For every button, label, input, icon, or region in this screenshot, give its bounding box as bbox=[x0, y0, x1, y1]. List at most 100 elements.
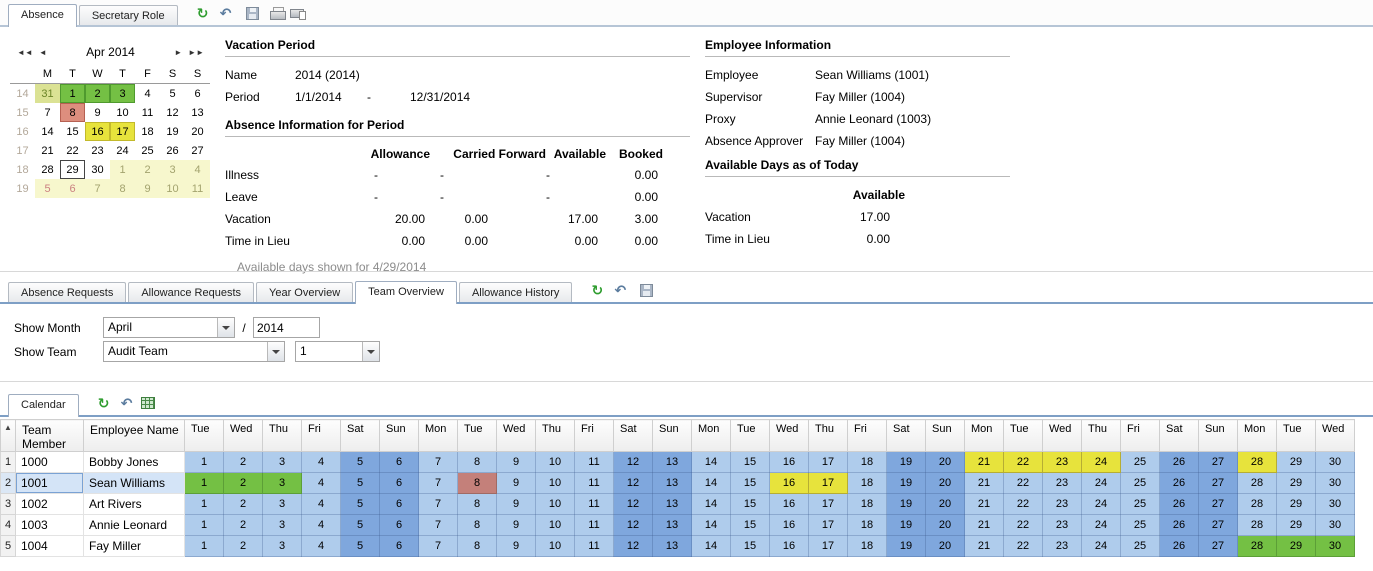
day-column-header[interactable]: Sun bbox=[653, 420, 692, 452]
day-cell[interactable]: 10 bbox=[536, 515, 575, 536]
day-cell[interactable]: 5 bbox=[341, 494, 380, 515]
day-cell[interactable]: 26 bbox=[1160, 515, 1199, 536]
day-cell[interactable]: 25 bbox=[1121, 494, 1160, 515]
day-cell[interactable]: 4 bbox=[302, 515, 341, 536]
tab-secretary-role[interactable]: Secretary Role bbox=[79, 5, 178, 25]
show-team-select[interactable]: Audit Team bbox=[103, 341, 285, 362]
mini-calendar-day[interactable]: 10 bbox=[110, 103, 135, 122]
day-cell[interactable]: 13 bbox=[653, 515, 692, 536]
print-preview-icon[interactable] bbox=[290, 7, 306, 20]
day-cell[interactable]: 14 bbox=[692, 494, 731, 515]
mini-calendar-day[interactable]: 6 bbox=[60, 179, 85, 198]
day-cell[interactable]: 26 bbox=[1160, 494, 1199, 515]
calendar-next-year-button[interactable]: ►► bbox=[185, 48, 207, 57]
team-member-cell[interactable]: 1001 bbox=[16, 473, 84, 494]
day-cell[interactable]: 24 bbox=[1082, 536, 1121, 557]
tab-team-overview[interactable]: Team Overview bbox=[355, 281, 457, 304]
day-cell[interactable]: 23 bbox=[1043, 515, 1082, 536]
day-column-header[interactable]: Sun bbox=[380, 420, 419, 452]
day-cell[interactable]: 6 bbox=[380, 473, 419, 494]
day-cell[interactable]: 17 bbox=[809, 515, 848, 536]
mini-calendar-day[interactable]: 11 bbox=[185, 179, 210, 198]
day-cell[interactable]: 8 bbox=[458, 536, 497, 557]
day-cell[interactable]: 11 bbox=[575, 452, 614, 473]
day-cell[interactable]: 8 bbox=[458, 494, 497, 515]
day-cell[interactable]: 17 bbox=[809, 452, 848, 473]
tab-allowance-requests[interactable]: Allowance Requests bbox=[128, 282, 254, 302]
day-cell[interactable]: 30 bbox=[1316, 473, 1355, 494]
day-cell[interactable]: 1 bbox=[185, 515, 224, 536]
tab-calendar[interactable]: Calendar bbox=[8, 394, 79, 417]
day-cell[interactable]: 23 bbox=[1043, 536, 1082, 557]
day-cell[interactable]: 2 bbox=[224, 473, 263, 494]
day-cell[interactable]: 20 bbox=[926, 536, 965, 557]
day-cell[interactable]: 4 bbox=[302, 494, 341, 515]
mini-calendar-day[interactable]: 16 bbox=[85, 122, 110, 141]
day-cell[interactable]: 7 bbox=[419, 452, 458, 473]
day-cell[interactable]: 14 bbox=[692, 536, 731, 557]
day-cell[interactable]: 18 bbox=[848, 473, 887, 494]
day-cell[interactable]: 28 bbox=[1238, 494, 1277, 515]
day-cell[interactable]: 18 bbox=[848, 536, 887, 557]
day-column-header[interactable]: Fri bbox=[1121, 420, 1160, 452]
day-column-header[interactable]: Fri bbox=[575, 420, 614, 452]
team-grid-row[interactable]: 21001Sean Williams1234567891011121314151… bbox=[1, 473, 1355, 494]
day-cell[interactable]: 25 bbox=[1121, 515, 1160, 536]
mini-calendar-day[interactable]: 22 bbox=[60, 141, 85, 160]
day-cell[interactable]: 29 bbox=[1277, 536, 1316, 557]
day-cell[interactable]: 8 bbox=[458, 452, 497, 473]
day-column-header[interactable]: Wed bbox=[1316, 420, 1355, 452]
day-cell[interactable]: 22 bbox=[1004, 536, 1043, 557]
day-cell[interactable]: 10 bbox=[536, 494, 575, 515]
day-cell[interactable]: 20 bbox=[926, 515, 965, 536]
day-cell[interactable]: 29 bbox=[1277, 494, 1316, 515]
day-cell[interactable]: 21 bbox=[965, 473, 1004, 494]
day-cell[interactable]: 19 bbox=[887, 515, 926, 536]
day-cell[interactable]: 15 bbox=[731, 536, 770, 557]
day-cell[interactable]: 15 bbox=[731, 473, 770, 494]
day-cell[interactable]: 2 bbox=[224, 515, 263, 536]
team-member-column-header[interactable]: Team Member bbox=[16, 420, 84, 452]
day-cell[interactable]: 22 bbox=[1004, 473, 1043, 494]
day-column-header[interactable]: Tue bbox=[1277, 420, 1316, 452]
year-input[interactable] bbox=[253, 317, 320, 338]
day-column-header[interactable]: Tue bbox=[1004, 420, 1043, 452]
day-cell[interactable]: 7 bbox=[419, 515, 458, 536]
calendar-prev-month-button[interactable]: ◄ bbox=[36, 48, 50, 57]
day-cell[interactable]: 21 bbox=[965, 452, 1004, 473]
mini-calendar-day[interactable]: 15 bbox=[60, 122, 85, 141]
day-cell[interactable]: 18 bbox=[848, 494, 887, 515]
team-member-cell[interactable]: 1003 bbox=[16, 515, 84, 536]
mini-calendar-day[interactable]: 19 bbox=[160, 122, 185, 141]
team-grid-row[interactable]: 31002Art Rivers1234567891011121314151617… bbox=[1, 494, 1355, 515]
show-month-select[interactable]: April bbox=[103, 317, 235, 338]
day-column-header[interactable]: Fri bbox=[848, 420, 887, 452]
chevron-down-icon[interactable] bbox=[362, 342, 379, 361]
day-cell[interactable]: 17 bbox=[809, 494, 848, 515]
employee-name-cell[interactable]: Art Rivers bbox=[84, 494, 185, 515]
day-cell[interactable]: 28 bbox=[1238, 452, 1277, 473]
mini-calendar-day[interactable]: 18 bbox=[135, 122, 160, 141]
day-cell[interactable]: 5 bbox=[341, 515, 380, 536]
day-cell[interactable]: 11 bbox=[575, 536, 614, 557]
day-column-header[interactable]: Sat bbox=[341, 420, 380, 452]
day-cell[interactable]: 20 bbox=[926, 473, 965, 494]
day-cell[interactable]: 23 bbox=[1043, 452, 1082, 473]
tab-allowance-history[interactable]: Allowance History bbox=[459, 282, 572, 302]
mini-calendar-day[interactable]: 5 bbox=[35, 179, 60, 198]
day-cell[interactable]: 11 bbox=[575, 494, 614, 515]
day-cell[interactable]: 30 bbox=[1316, 452, 1355, 473]
day-cell[interactable]: 24 bbox=[1082, 473, 1121, 494]
day-cell[interactable]: 29 bbox=[1277, 473, 1316, 494]
day-cell[interactable]: 12 bbox=[614, 536, 653, 557]
day-column-header[interactable]: Sun bbox=[926, 420, 965, 452]
day-cell[interactable]: 30 bbox=[1316, 494, 1355, 515]
tab-year-overview[interactable]: Year Overview bbox=[256, 282, 353, 302]
team-member-cell[interactable]: 1004 bbox=[16, 536, 84, 557]
day-cell[interactable]: 12 bbox=[614, 515, 653, 536]
day-cell[interactable]: 13 bbox=[653, 452, 692, 473]
day-cell[interactable]: 5 bbox=[341, 536, 380, 557]
day-column-header[interactable]: Thu bbox=[1082, 420, 1121, 452]
day-cell[interactable]: 8 bbox=[458, 515, 497, 536]
day-column-header[interactable]: Thu bbox=[809, 420, 848, 452]
